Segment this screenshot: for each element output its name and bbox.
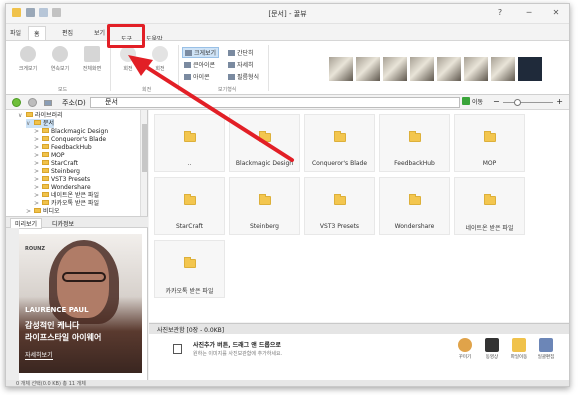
annotation-arrow [128,55,294,162]
arrow-head [128,55,153,76]
arrow-shaft [138,61,294,162]
